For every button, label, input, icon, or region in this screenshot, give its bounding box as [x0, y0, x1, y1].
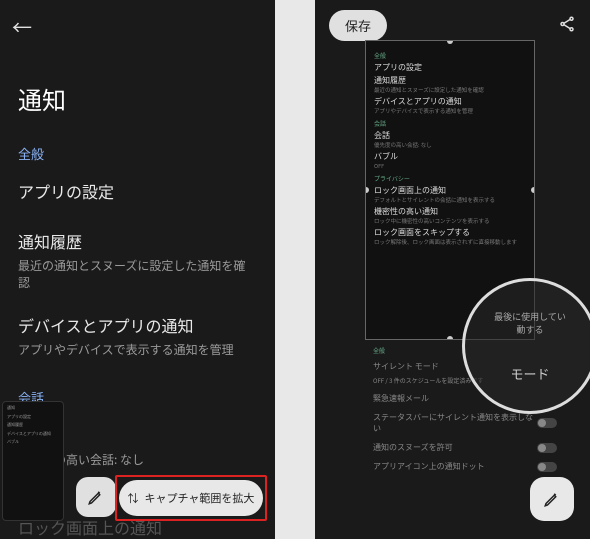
- toggle-icon[interactable]: [537, 462, 557, 472]
- expand-icon: ⇅: [128, 490, 139, 506]
- section-general: 全般: [0, 126, 275, 169]
- phone-left-screenshot: ← 通知 全般 アプリの設定 通知履歴 最近の通知とスヌーズに設定した通知を確認…: [0, 0, 275, 539]
- toggle-icon[interactable]: [537, 418, 557, 428]
- edit-fab[interactable]: [76, 477, 116, 517]
- expand-capture-button[interactable]: ⇅ キャプチャ範囲を拡大: [119, 480, 263, 516]
- share-icon[interactable]: [558, 14, 576, 38]
- expand-capture-highlight: ⇅ キャプチャ範囲を拡大: [115, 475, 267, 521]
- edit-fab[interactable]: [530, 477, 574, 521]
- item-app-settings[interactable]: アプリの設定: [0, 169, 275, 219]
- pencil-icon: [87, 488, 105, 506]
- pencil-icon: [543, 490, 561, 508]
- item-device-app-notifications[interactable]: デバイスとアプリの通知 アプリやデバイスで表示する通知を管理: [0, 303, 275, 370]
- magnifier-lens: 最後に使用してい動する モード: [462, 278, 590, 414]
- page-title: 通知: [0, 41, 275, 126]
- save-button[interactable]: 保存: [329, 10, 387, 41]
- item-notification-history[interactable]: 通知履歴 最近の通知とスヌーズに設定した通知を確認: [0, 219, 275, 303]
- screenshot-thumbnail[interactable]: 通知 アプリの設定 通知履歴 デバイスとアプリの通知 バブル: [2, 401, 64, 521]
- back-icon[interactable]: ←: [12, 12, 32, 41]
- phone-right-screenshot: 保存 全般 アプリの設定 通知履歴 最近の通知とスヌーズに設定した通知を確認 デ…: [315, 0, 590, 539]
- toggle-icon[interactable]: [537, 443, 557, 453]
